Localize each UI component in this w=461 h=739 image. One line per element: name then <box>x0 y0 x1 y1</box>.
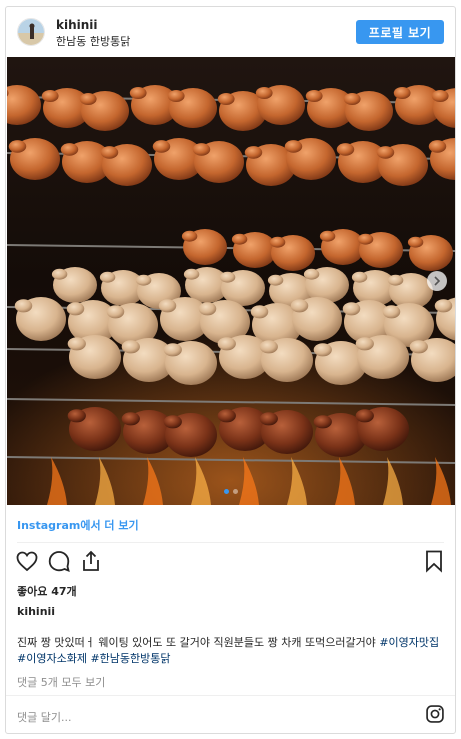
chicken-leg <box>51 268 68 280</box>
chicken-leg <box>106 305 125 319</box>
chicken-leg <box>269 236 286 248</box>
chicken-leg <box>393 87 411 99</box>
next-slide-button[interactable] <box>427 271 447 291</box>
chicken-leg <box>99 271 116 283</box>
chicken-leg <box>231 233 248 245</box>
chicken-leg <box>192 143 211 156</box>
caption-text: 진짜 짱 맛있떠ㅓ 웨이팅 있어도 또 갈거야 직원분들도 짱 차캐 또먹으러갈… <box>17 636 380 649</box>
add-comment-input[interactable]: 댓글 달기... <box>17 709 71 725</box>
chicken-leg <box>100 146 119 159</box>
chicken-leg <box>66 302 85 316</box>
chicken-leg <box>342 302 361 316</box>
chicken-leg <box>357 233 374 245</box>
chicken-leg <box>284 140 303 153</box>
action-bar <box>6 549 455 575</box>
post-header: kihinii 한남동 한방통닭 프로필 보기 <box>6 7 455 57</box>
chicken-leg <box>217 93 235 105</box>
chicken-leg <box>428 140 447 153</box>
heart-icon[interactable] <box>15 549 39 573</box>
divider <box>17 542 444 543</box>
chicken-leg <box>290 299 309 313</box>
chicken-leg <box>14 299 33 313</box>
chicken-leg <box>343 93 361 105</box>
chicken-leg <box>129 87 147 99</box>
chicken-leg <box>434 299 453 313</box>
chicken-leg <box>79 93 97 105</box>
chicken-leg <box>121 412 140 426</box>
bookmark-icon[interactable] <box>422 549 446 573</box>
chicken-leg <box>250 305 269 319</box>
chicken-leg <box>163 415 182 429</box>
view-profile-button[interactable]: 프로필 보기 <box>356 20 444 44</box>
comment-icon[interactable] <box>47 549 71 573</box>
carousel-dot <box>224 489 229 494</box>
chicken-leg <box>351 271 368 283</box>
chicken-leg <box>219 271 236 283</box>
chicken-leg <box>355 337 374 351</box>
view-all-comments-link[interactable]: 댓글 5개 모두 보기 <box>17 674 105 690</box>
username[interactable]: kihinii <box>56 18 98 32</box>
post-photo[interactable] <box>7 57 455 505</box>
carousel-indicator <box>7 489 455 494</box>
carousel-dot <box>233 489 238 494</box>
chicken-leg <box>135 274 152 286</box>
chicken-leg <box>267 274 284 286</box>
chicken-leg <box>67 337 86 351</box>
rotisserie-chicken-image <box>7 57 455 505</box>
hashtag-link[interactable]: #한남동한방통닭 <box>90 652 170 665</box>
chicken-leg <box>387 274 404 286</box>
location-link[interactable]: 한남동 한방통닭 <box>56 33 130 49</box>
view-more-on-instagram-link[interactable]: Instagram에서 더 보기 <box>17 517 139 533</box>
divider <box>6 695 455 696</box>
chicken-leg <box>319 230 336 242</box>
chicken-leg <box>431 90 449 102</box>
hashtag-link[interactable]: #이영자소화제 <box>17 652 87 665</box>
caption-author[interactable]: kihinii <box>17 605 55 618</box>
chicken-leg <box>259 412 278 426</box>
chicken-leg <box>409 340 428 354</box>
chicken-leg <box>60 143 79 156</box>
chicken-leg <box>305 90 323 102</box>
chicken-leg <box>355 409 374 423</box>
chicken-leg <box>382 305 401 319</box>
instagram-icon[interactable] <box>425 704 445 724</box>
chicken-leg <box>303 268 320 280</box>
chicken-leg <box>167 90 185 102</box>
chicken-leg <box>407 236 424 248</box>
chicken-leg <box>217 409 236 423</box>
post-caption: 진짜 짱 맛있떠ㅓ 웨이팅 있어도 또 갈거야 직원분들도 짱 차캐 또먹으러갈… <box>17 635 447 667</box>
chicken-leg <box>313 415 332 429</box>
chicken-leg <box>8 140 27 153</box>
chicken-leg <box>198 302 217 316</box>
avatar[interactable] <box>17 18 45 46</box>
chicken-leg <box>244 146 263 159</box>
instagram-embed-card: kihinii 한남동 한방통닭 프로필 보기 Instagram에서 더 보기… <box>5 6 456 734</box>
chicken-leg <box>336 143 355 156</box>
chicken-leg <box>163 343 182 357</box>
chicken-leg <box>183 268 200 280</box>
chicken-leg <box>217 337 236 351</box>
chicken-leg <box>121 340 140 354</box>
chicken-leg <box>67 409 86 423</box>
chicken-leg <box>158 299 177 313</box>
share-icon[interactable] <box>79 549 103 573</box>
chicken-leg <box>41 90 59 102</box>
chicken-leg <box>376 146 395 159</box>
chicken-leg <box>313 343 332 357</box>
hashtag-link[interactable]: #이영자맛집 <box>379 636 439 649</box>
chicken-leg <box>152 140 171 153</box>
chevron-right-icon <box>434 276 441 286</box>
chicken-leg <box>255 87 273 99</box>
chicken-leg <box>259 340 278 354</box>
chicken-leg <box>181 230 198 242</box>
like-count[interactable]: 좋아요 47개 <box>17 583 77 599</box>
